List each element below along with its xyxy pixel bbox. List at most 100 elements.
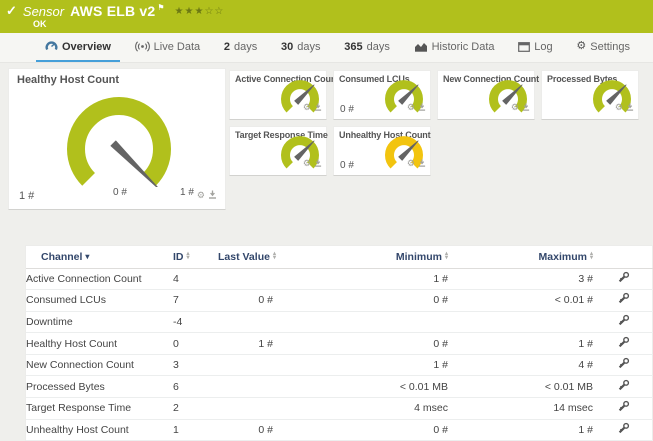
maximum-value: [448, 311, 593, 334]
channel-settings-cell[interactable]: [593, 268, 653, 291]
channel-name: Active Connection Count: [26, 268, 173, 291]
channel-table: Channel ▾ ID ▴ ▾ Last Value ▴ ▾ Minimum ▴ ▾ Max…: [26, 246, 653, 441]
table-header-row: Channel ▾ ID ▴ ▾ Last Value ▴ ▾ Minimum ▴ ▾ Max…: [26, 246, 653, 269]
gauge-current-value: 0 #: [340, 104, 354, 115]
table-row: Processed Bytes 6 < 0.01 MB < 0.01 MB: [26, 375, 653, 399]
gauge-card-target-response-time: Target Response Time ⚙: [229, 126, 328, 176]
minimum-value: 1 #: [273, 354, 448, 377]
status-badge: OK: [33, 19, 47, 29]
channel-name: Consumed LCUs: [26, 289, 173, 312]
priority-flag-icon[interactable]: ⚑: [157, 3, 164, 12]
healthy-host-count-gauge: [67, 97, 171, 187]
column-header-minimum[interactable]: Minimum ▴ ▾: [273, 246, 448, 269]
minimum-value: 4 msec: [273, 397, 448, 420]
column-header-channel[interactable]: Channel ▾: [26, 246, 173, 269]
gear-icon[interactable]: ⚙: [407, 102, 415, 112]
channel-settings-icon[interactable]: [617, 292, 630, 305]
channel-settings-cell[interactable]: [593, 289, 653, 312]
sort-desc-icon: ▾: [85, 252, 90, 262]
channel-settings-cell[interactable]: [593, 397, 653, 420]
sensor-name: AWS ELB v2: [70, 3, 156, 19]
tab-label: Historic Data: [431, 40, 495, 53]
tab-historic-data[interactable]: Historic Data: [405, 33, 504, 62]
gear-icon[interactable]: ⚙: [303, 102, 311, 112]
tab-label: Log: [534, 40, 553, 53]
channel-settings-cell[interactable]: [593, 354, 653, 377]
channel-name: Downtime: [26, 311, 173, 334]
minimum-value: 0 #: [273, 419, 448, 441]
last-value: [218, 311, 273, 334]
tab-30-days[interactable]: 30 days: [272, 33, 330, 62]
download-icon[interactable]: [314, 98, 322, 116]
gear-icon[interactable]: ⚙: [407, 158, 415, 168]
object-kind-label: Sensor: [22, 3, 65, 19]
maximum-value: 3 #: [448, 268, 593, 291]
channel-settings-cell[interactable]: [593, 311, 653, 334]
channel-settings-icon[interactable]: [617, 357, 630, 370]
channel-name: Healthy Host Count: [26, 332, 173, 355]
settings-icon: ⚙: [576, 40, 587, 52]
tab-label: Settings: [590, 40, 630, 53]
tab-live-data[interactable]: Live Data: [126, 33, 209, 62]
tab-label: days: [366, 40, 390, 53]
channel-settings-icon[interactable]: [617, 271, 630, 284]
sensor-overview-page: ✓ Sensor AWS ELB v2 ⚑ ★★★☆☆ OK Overview L…: [0, 0, 653, 441]
sensor-header: ✓ Sensor AWS ELB v2 ⚑ ★★★☆☆ OK: [0, 0, 653, 33]
sort-icon: ▴ ▾: [186, 251, 190, 261]
tab-settings[interactable]: ⚙ Settings: [567, 33, 639, 62]
tab-overview[interactable]: Overview: [36, 33, 120, 62]
tab-365-days[interactable]: 365 days: [335, 33, 399, 62]
channel-name: Processed Bytes: [26, 375, 173, 399]
download-icon[interactable]: [418, 98, 426, 116]
download-icon[interactable]: [208, 186, 217, 204]
download-icon[interactable]: [626, 98, 634, 116]
channel-settings-icon[interactable]: [617, 314, 630, 327]
minimum-value: < 0.01 MB: [273, 375, 448, 399]
table-row: New Connection Count 3 1 #4 #: [26, 354, 653, 377]
channel-settings-icon[interactable]: [617, 379, 630, 392]
gear-icon[interactable]: ⚙: [303, 158, 311, 168]
tab-log[interactable]: Log: [509, 33, 561, 62]
column-header-id[interactable]: ID ▴ ▾: [173, 246, 218, 269]
gauge-card-processed-bytes: Processed Bytes ⚙: [541, 70, 639, 120]
tab-number: 30: [280, 40, 294, 53]
maximum-value: 1 #: [448, 332, 593, 355]
channel-id: 6: [173, 375, 218, 399]
sort-icon: ▴ ▾: [272, 251, 276, 261]
channel-settings-icon[interactable]: [617, 336, 630, 349]
last-value: [218, 268, 273, 291]
channel-name: Target Response Time: [26, 397, 173, 420]
maximum-value: 1 #: [448, 419, 593, 441]
channel-settings-cell[interactable]: [593, 419, 653, 441]
gear-icon[interactable]: ⚙: [197, 190, 205, 200]
download-icon[interactable]: [418, 154, 426, 172]
tab-2-days[interactable]: 2 days: [215, 33, 266, 62]
tab-number: 2: [223, 40, 230, 53]
gear-icon[interactable]: ⚙: [615, 102, 623, 112]
sort-icon: ▴ ▾: [589, 251, 593, 261]
gauge-card-consumed-lcus: Consumed LCUs 0 # ⚙: [333, 70, 431, 120]
table-row: Healthy Host Count 0 1 #0 #1 #: [26, 332, 653, 355]
channel-id: 0: [173, 332, 218, 355]
column-header-maximum[interactable]: Maximum ▴ ▾: [448, 246, 593, 269]
gauge-scale-min: 0 #: [113, 187, 127, 198]
live-data-icon: [134, 41, 150, 52]
gauge-card-unhealthy-host-count: Unhealthy Host Count 0 # ⚙: [333, 126, 431, 176]
column-header-last-value[interactable]: Last Value ▴ ▾: [218, 246, 276, 269]
channel-settings-cell[interactable]: [593, 332, 653, 355]
channel-settings-cell[interactable]: [593, 375, 653, 399]
channel-table-panel: Channel ▾ ID ▴ ▾ Last Value ▴ ▾ Minimum ▴ ▾ Max…: [25, 245, 653, 441]
tab-label: Overview: [62, 40, 111, 53]
gear-icon[interactable]: ⚙: [511, 102, 519, 112]
channel-settings-icon[interactable]: [617, 400, 630, 413]
last-value: 1 #: [218, 332, 273, 355]
gauge-card-active-connection-count: Active Connection Count ⚙: [229, 70, 339, 120]
gauge-card-healthy-host-count: Healthy Host Count 0 # 1 # 1 # ⚙: [8, 68, 226, 210]
priority-stars[interactable]: ★★★☆☆: [175, 6, 225, 17]
channel-id: 2: [173, 397, 218, 420]
channel-settings-icon[interactable]: [617, 422, 630, 435]
gauge-current-value: 0 #: [340, 160, 354, 171]
download-icon[interactable]: [522, 98, 530, 116]
download-icon[interactable]: [314, 154, 322, 172]
minimum-value: 0 #: [273, 289, 448, 312]
